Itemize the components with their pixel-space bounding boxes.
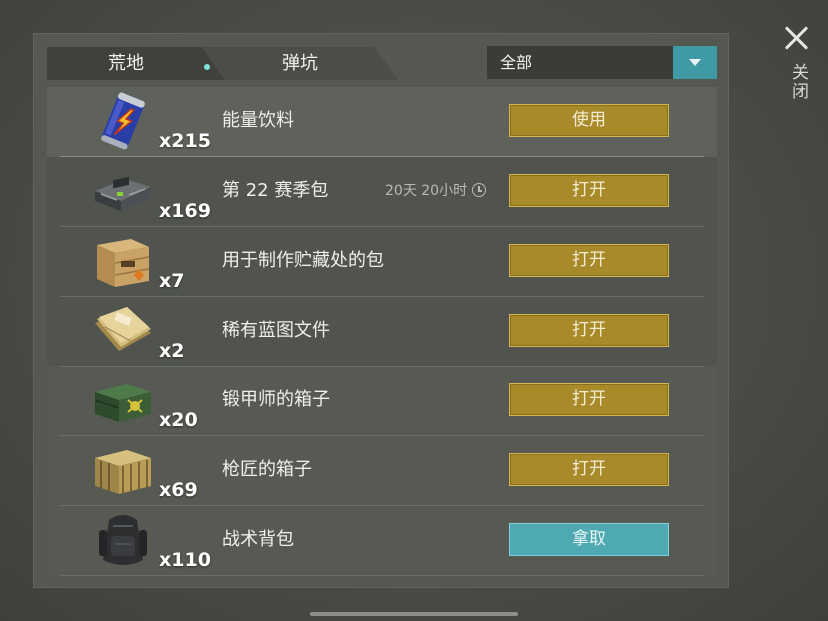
inventory-panel: 弹坑 荒地 全部 x215 能量饮料 使用 x169 第 22 赛季包 20天 … bbox=[33, 33, 729, 588]
item-quantity: x20 bbox=[159, 409, 198, 431]
tab-wasteland[interactable]: 荒地 bbox=[47, 47, 225, 80]
item-name: 稀有蓝图文件 bbox=[222, 320, 330, 341]
filter-dropdown[interactable]: 全部 bbox=[487, 46, 717, 79]
item-quantity: x2 bbox=[159, 340, 185, 362]
list-item: x110 战术背包 拿取 bbox=[47, 506, 717, 576]
open-button[interactable]: 打开 bbox=[509, 244, 669, 277]
clock-icon bbox=[472, 183, 487, 197]
tab-crater[interactable]: 弹坑 bbox=[202, 47, 398, 80]
item-quantity: x110 bbox=[159, 549, 211, 571]
item-name: 锻甲师的箱子 bbox=[222, 389, 330, 410]
open-button[interactable]: 打开 bbox=[509, 314, 669, 347]
list-item: x20 锻甲师的箱子 打开 bbox=[47, 366, 717, 436]
close-label[interactable]: 关闭 bbox=[785, 63, 808, 101]
energy-drink-can-icon bbox=[101, 92, 145, 150]
close-icon[interactable] bbox=[783, 24, 811, 52]
tab-wasteland-label: 荒地 bbox=[108, 53, 144, 74]
chevron-down-icon[interactable] bbox=[673, 46, 717, 79]
timer-text: 20天 20小时 bbox=[385, 183, 468, 199]
item-quantity: x169 bbox=[159, 200, 211, 222]
item-quantity: x215 bbox=[159, 130, 211, 152]
tactical-backpack-icon bbox=[99, 515, 147, 565]
list-item: x169 第 22 赛季包 20天 20小时 打开 bbox=[47, 157, 717, 227]
open-button[interactable]: 打开 bbox=[509, 174, 669, 207]
filter-value: 全部 bbox=[500, 53, 533, 72]
wooden-crate-icon bbox=[97, 239, 150, 287]
item-list: x215 能量饮料 使用 x169 第 22 赛季包 20天 20小时 打开 x… bbox=[47, 87, 717, 576]
item-name: 第 22 赛季包 bbox=[222, 180, 329, 201]
notification-dot bbox=[204, 64, 210, 70]
item-timer: 20天 20小时 bbox=[385, 157, 487, 225]
divider bbox=[60, 575, 704, 576]
item-name: 能量饮料 bbox=[222, 110, 294, 131]
gunsmith-crate-icon bbox=[95, 450, 151, 494]
blueprint-folder-icon bbox=[95, 307, 151, 351]
item-name: 战术背包 bbox=[222, 529, 294, 550]
take-button[interactable]: 拿取 bbox=[509, 523, 669, 556]
list-item: x215 能量饮料 使用 bbox=[47, 87, 717, 157]
list-item: x69 枪匠的箱子 打开 bbox=[47, 436, 717, 506]
list-item: x2 稀有蓝图文件 打开 bbox=[47, 297, 717, 367]
season-pack-case-icon bbox=[95, 176, 151, 211]
item-quantity: x7 bbox=[159, 270, 185, 292]
item-name: 枪匠的箱子 bbox=[222, 459, 312, 480]
item-name: 用于制作贮藏处的包 bbox=[222, 250, 384, 271]
armorer-box-icon bbox=[94, 384, 151, 422]
item-quantity: x69 bbox=[159, 479, 198, 501]
home-indicator bbox=[310, 612, 518, 616]
use-button[interactable]: 使用 bbox=[509, 104, 669, 137]
open-button[interactable]: 打开 bbox=[509, 383, 669, 416]
list-item: x7 用于制作贮藏处的包 打开 bbox=[47, 227, 717, 297]
tab-crater-label: 弹坑 bbox=[282, 53, 318, 74]
open-button[interactable]: 打开 bbox=[509, 453, 669, 486]
